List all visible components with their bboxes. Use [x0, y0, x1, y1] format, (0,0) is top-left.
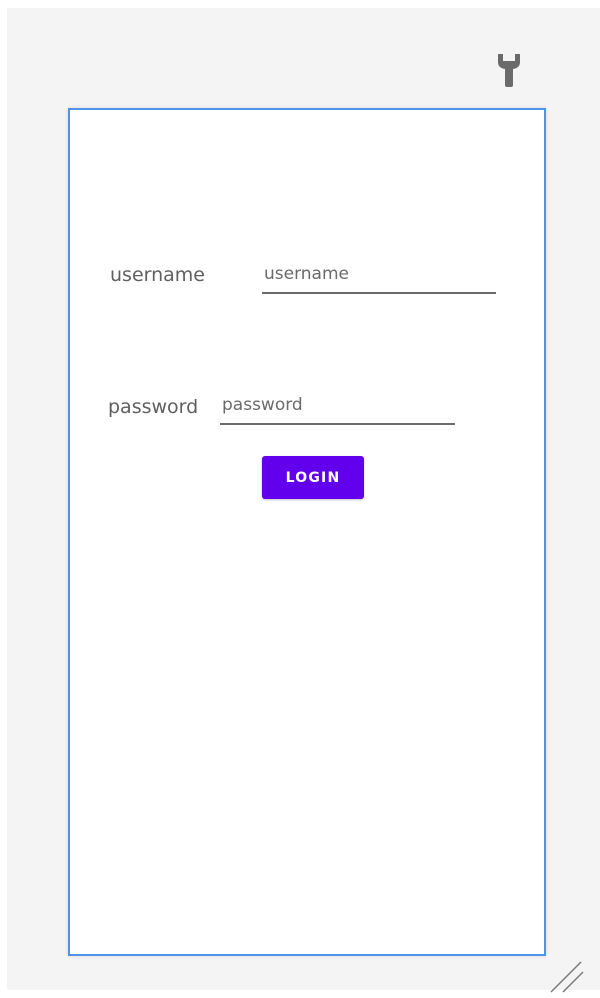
password-input[interactable]	[220, 391, 455, 425]
wrench-icon[interactable]	[495, 52, 523, 88]
design-canvas: username password LOGIN	[7, 8, 600, 993]
phone-screen-frame: username password LOGIN	[68, 108, 546, 956]
username-label: username	[110, 264, 205, 286]
login-button[interactable]: LOGIN	[262, 456, 364, 499]
resize-handle-icon[interactable]	[547, 958, 587, 998]
username-input[interactable]	[262, 260, 496, 294]
password-label: password	[108, 396, 199, 418]
